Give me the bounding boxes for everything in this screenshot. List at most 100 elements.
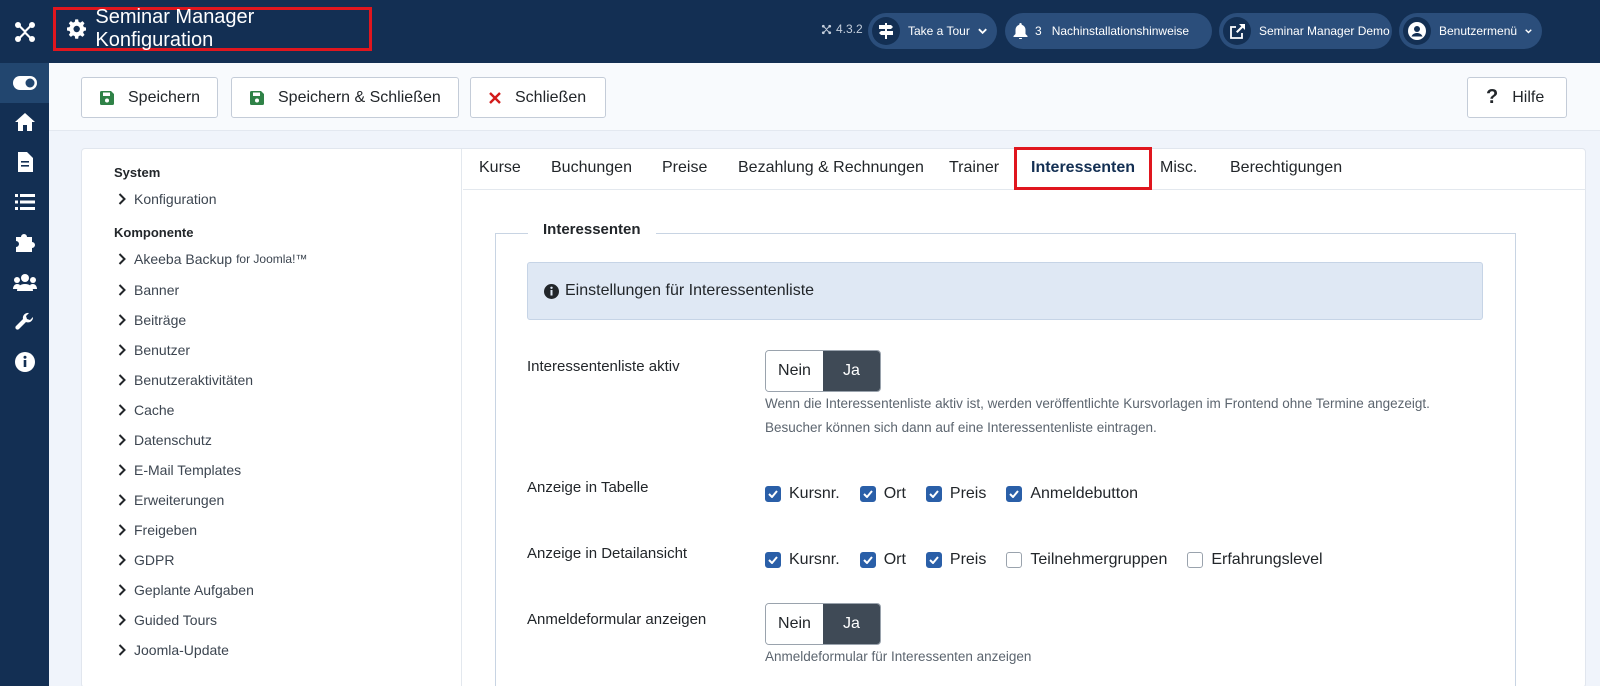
show-form-switch: Nein Ja <box>765 603 881 645</box>
nav-item-label: Guided Tours <box>134 612 218 628</box>
field-label-table-display: Anzeige in Tabelle <box>527 479 649 496</box>
help-label: Hilfe <box>1512 88 1545 106</box>
chevron-right-icon <box>118 434 126 446</box>
user-menu-button[interactable]: Benutzermenü <box>1399 13 1542 49</box>
chevron-right-icon <box>118 404 126 416</box>
detail-checkbox-erfahrungslevel[interactable]: Erfahrungslevel <box>1187 551 1323 569</box>
nav-item-erweiterungen[interactable]: Erweiterungen <box>118 492 224 508</box>
take-tour-label: Take a Tour <box>908 24 970 38</box>
tab-berechtigungen[interactable]: Berechtigungen <box>1230 149 1342 190</box>
show-form-help: Anmeldeformular für Interessenten anzeig… <box>765 649 1032 664</box>
detail-checkbox-teilnehmergruppen[interactable]: Teilnehmergruppen <box>1006 551 1167 569</box>
wrench-icon[interactable] <box>0 302 49 342</box>
nav-item-freigeben[interactable]: Freigeben <box>118 522 197 538</box>
chevron-right-icon <box>118 644 126 656</box>
nav-item-datenschutz[interactable]: Datenschutz <box>118 432 212 448</box>
close-icon <box>489 91 501 104</box>
show-form-yes-option[interactable]: Ja <box>823 604 880 644</box>
nav-item-gdpr[interactable]: GDPR <box>118 552 174 568</box>
file-icon[interactable] <box>0 142 49 182</box>
detail-checkbox-preis[interactable]: Preis <box>925 551 986 569</box>
close-button[interactable]: Schließen <box>470 77 606 118</box>
nav-item-guided-tours[interactable]: Guided Tours <box>118 612 217 628</box>
site-link-label: Seminar Manager Demo <box>1259 24 1390 38</box>
checkbox-unchecked-icon <box>1187 552 1204 568</box>
chevron-right-icon <box>118 344 126 356</box>
checkbox-label: Kursnr. <box>789 551 840 568</box>
checkbox-label: Kursnr. <box>789 485 840 502</box>
save-label: Speichern <box>128 88 201 106</box>
show-form-no-option[interactable]: Nein <box>766 604 823 644</box>
table-checkbox-kursnr[interactable]: Kursnr. <box>765 485 840 503</box>
tab-trainer[interactable]: Trainer <box>949 149 999 190</box>
nav-item-label: Erweiterungen <box>134 492 225 508</box>
save-close-button[interactable]: Speichern & Schließen <box>231 77 459 118</box>
nav-item-geplante-aufgaben[interactable]: Geplante Aufgaben <box>118 582 254 598</box>
detail-checkbox-ort[interactable]: Ort <box>859 551 906 569</box>
alert-text: Einstellungen für Interessentenliste <box>565 282 815 299</box>
nav-item-akeeba-backup[interactable]: Akeeba Backup for Joomla!™ <box>118 251 307 267</box>
nav-item-label: Konfiguration <box>134 191 217 207</box>
chevron-right-icon <box>118 554 126 566</box>
detail-checkbox-kursnr[interactable]: Kursnr. <box>765 551 840 569</box>
checkbox-label: Ort <box>883 551 906 568</box>
nav-item-label: Cache <box>134 402 175 418</box>
table-checkbox-preis[interactable]: Preis <box>925 485 986 503</box>
checkbox-label: Teilnehmergruppen <box>1030 551 1168 568</box>
bell-icon <box>1009 17 1031 45</box>
nav-item-konfiguration[interactable]: Konfiguration <box>118 191 217 207</box>
close-label: Schließen <box>515 88 587 106</box>
nav-item-joomla-update[interactable]: Joomla-Update <box>118 642 229 658</box>
nav-item-benutzer[interactable]: Benutzer <box>118 342 190 358</box>
tab-buchungen[interactable]: Buchungen <box>551 149 632 190</box>
user-icon <box>1403 17 1431 45</box>
table-display-options: Kursnr. Ort Preis Anmeldebutton <box>765 483 1158 505</box>
field-label-detail-display: Anzeige in Detailansicht <box>527 545 688 562</box>
info-icon[interactable] <box>0 342 49 382</box>
nav-item-label: E-Mail Templates <box>134 462 242 478</box>
chevron-right-icon <box>118 374 126 386</box>
tab-bezahlung-rechnungen[interactable]: Bezahlung & Rechnungen <box>738 149 924 190</box>
list-active-no-option[interactable]: Nein <box>766 351 823 391</box>
users-icon[interactable] <box>0 262 49 302</box>
nav-item-label: Joomla-Update <box>134 642 229 658</box>
nav-item-label: Beiträge <box>134 312 187 328</box>
nav-item-label: Banner <box>134 282 180 298</box>
puzzle-icon[interactable] <box>0 222 49 262</box>
fieldset-legend: Interessenten <box>528 221 656 238</box>
joomla-logo-icon[interactable] <box>0 0 49 63</box>
nav-item-label: Geplante Aufgaben <box>134 582 254 598</box>
nav-item-benutzeraktivitaeten[interactable]: Benutzeraktivitäten <box>118 372 253 388</box>
save-button[interactable]: Speichern <box>81 77 218 118</box>
toggle-icon[interactable] <box>0 63 49 103</box>
joomla-small-icon <box>821 24 832 34</box>
help-text-line: Wenn die Interessentenliste aktiv ist, w… <box>765 396 1430 411</box>
chevron-down-icon <box>1525 28 1532 34</box>
checkbox-label: Erfahrungslevel <box>1211 551 1323 568</box>
tab-interessenten[interactable]: Interessenten <box>1014 147 1153 190</box>
chevron-right-icon <box>118 614 126 626</box>
checkbox-checked-icon <box>765 486 781 502</box>
list-icon[interactable] <box>0 182 49 222</box>
tab-misc[interactable]: Misc. <box>1160 149 1197 190</box>
tab-kurse[interactable]: Kurse <box>479 149 521 190</box>
site-link-button[interactable]: Seminar Manager Demo <box>1219 13 1392 49</box>
header: Seminar Manager Konfiguration 4.3.2 Take… <box>49 0 1600 63</box>
nav-item-beitraege[interactable]: Beiträge <box>118 312 186 328</box>
table-checkbox-anmeldebutton[interactable]: Anmeldebutton <box>1006 485 1138 503</box>
user-menu-label: Benutzermenü <box>1439 24 1518 38</box>
nav-item-cache[interactable]: Cache <box>118 402 174 418</box>
nav-item-label: Benutzer <box>134 342 191 358</box>
nav-item-email-templates[interactable]: E-Mail Templates <box>118 462 241 478</box>
nav-item-banner[interactable]: Banner <box>118 282 179 298</box>
help-button[interactable]: ? Hilfe <box>1467 77 1567 118</box>
home-icon[interactable] <box>0 102 49 142</box>
info-alert: Einstellungen für Interessentenliste <box>527 262 1483 320</box>
table-checkbox-ort[interactable]: Ort <box>859 485 906 503</box>
tab-preise[interactable]: Preise <box>662 149 707 190</box>
config-panel: System Konfiguration Komponente Akeeba B… <box>81 147 1586 686</box>
notifications-button[interactable]: 3 Nachinstallationshinweise <box>1005 13 1212 49</box>
take-tour-button[interactable]: Take a Tour <box>868 13 997 49</box>
chevron-right-icon <box>118 314 126 326</box>
list-active-yes-option[interactable]: Ja <box>823 351 880 391</box>
